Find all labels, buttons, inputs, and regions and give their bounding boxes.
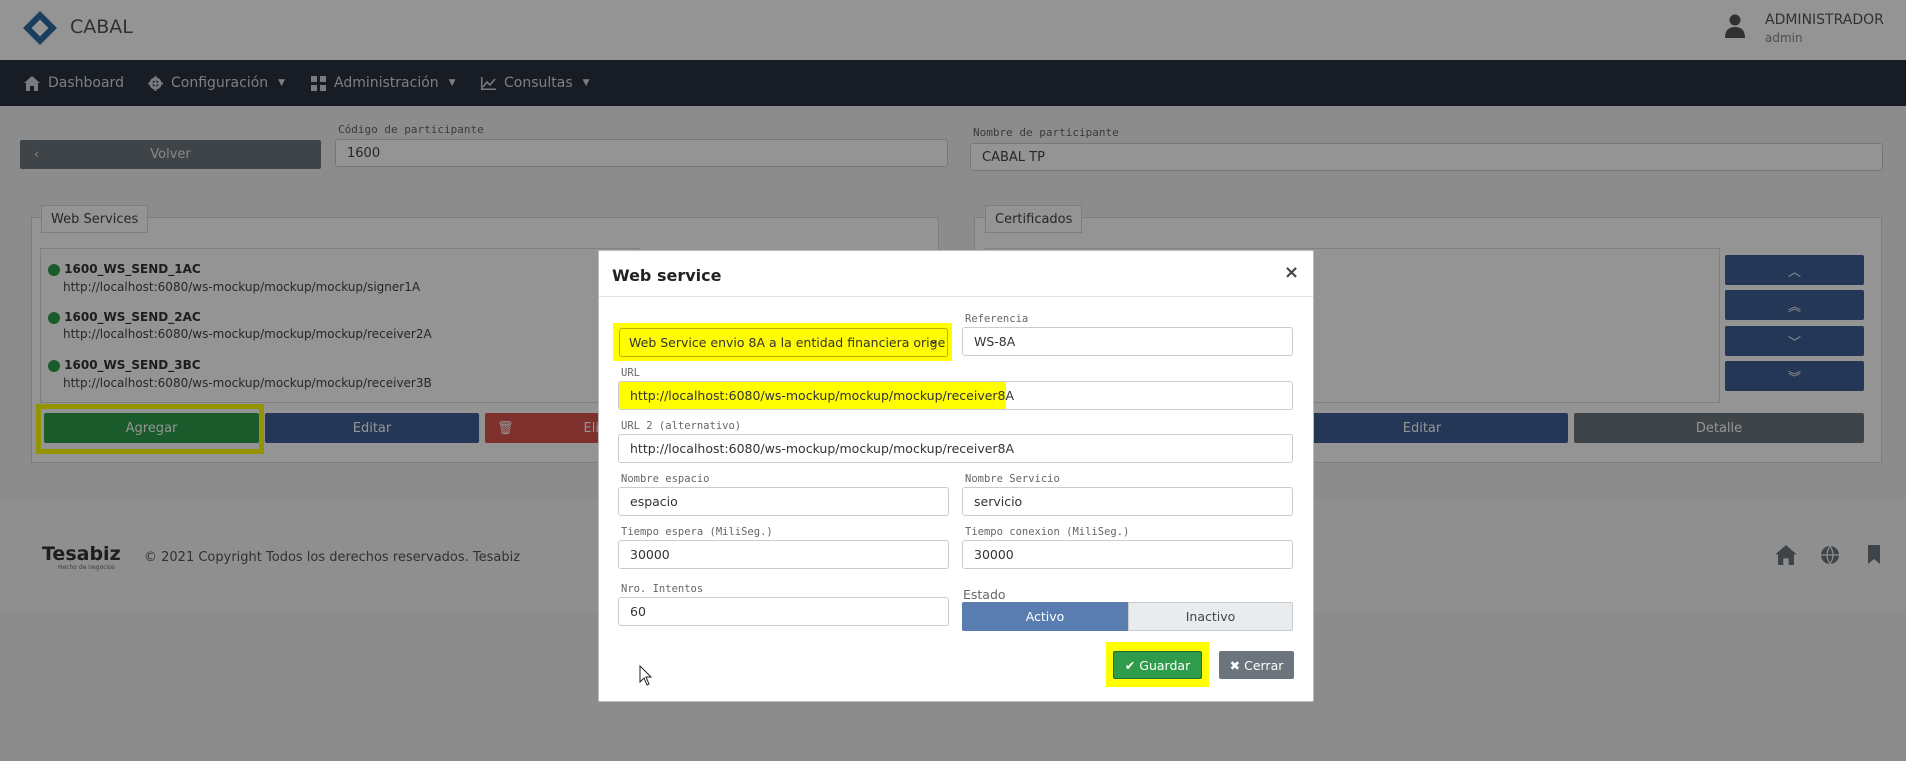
type-select-value: Web Service envio 8A a la entidad financ… [629,335,946,350]
estado-inactivo-toggle[interactable]: Inactivo [1128,602,1293,631]
check-icon: ✔ [1124,657,1136,673]
mouse-cursor-icon [639,665,653,686]
modal-header-divider [599,296,1313,297]
modal-title: Web service [612,266,722,285]
url-field[interactable]: http://localhost:6080/ws-mockup/mockup/m… [618,381,1293,410]
save-button[interactable]: ✔ Guardar [1113,651,1202,679]
tiempo-conexion-field[interactable]: 30000 [962,540,1293,569]
intentos-label: Nro. Intentos [621,583,704,595]
close-icon[interactable]: × [1284,262,1299,283]
espacio-field[interactable]: espacio [618,487,949,516]
estado-activo-toggle[interactable]: Activo [962,602,1128,631]
url-field-value: http://localhost:6080/ws-mockup/mockup/m… [630,388,1015,403]
intentos-field[interactable]: 60 [618,597,949,626]
save-button-label: Guardar [1139,657,1191,673]
cancel-button-label: Cerrar [1244,657,1284,673]
espacio-label: Nombre espacio [621,473,710,485]
url2-field[interactable]: http://localhost:6080/ws-mockup/mockup/m… [618,434,1293,463]
servicio-label: Nombre Servicio [965,473,1060,485]
tiempo-espera-label: Tiempo espera (MiliSeg.) [621,526,773,538]
type-select[interactable]: Web Service envio 8A a la entidad financ… [619,328,948,357]
referencia-field[interactable]: WS-8A [962,327,1293,356]
estado-label: Estado [963,587,1006,602]
tiempo-espera-field[interactable]: 30000 [618,540,949,569]
url-label: URL [621,367,640,379]
close-icon: ✖ [1229,657,1241,673]
url2-label: URL 2 (alternativo) [621,420,742,432]
chevron-down-icon: ⌄ [928,333,939,348]
servicio-field[interactable]: servicio [962,487,1293,516]
tiempo-conexion-label: Tiempo conexion (MiliSeg.) [965,526,1130,538]
referencia-label: Referencia [965,313,1029,325]
cancel-button[interactable]: ✖ Cerrar [1219,651,1294,679]
